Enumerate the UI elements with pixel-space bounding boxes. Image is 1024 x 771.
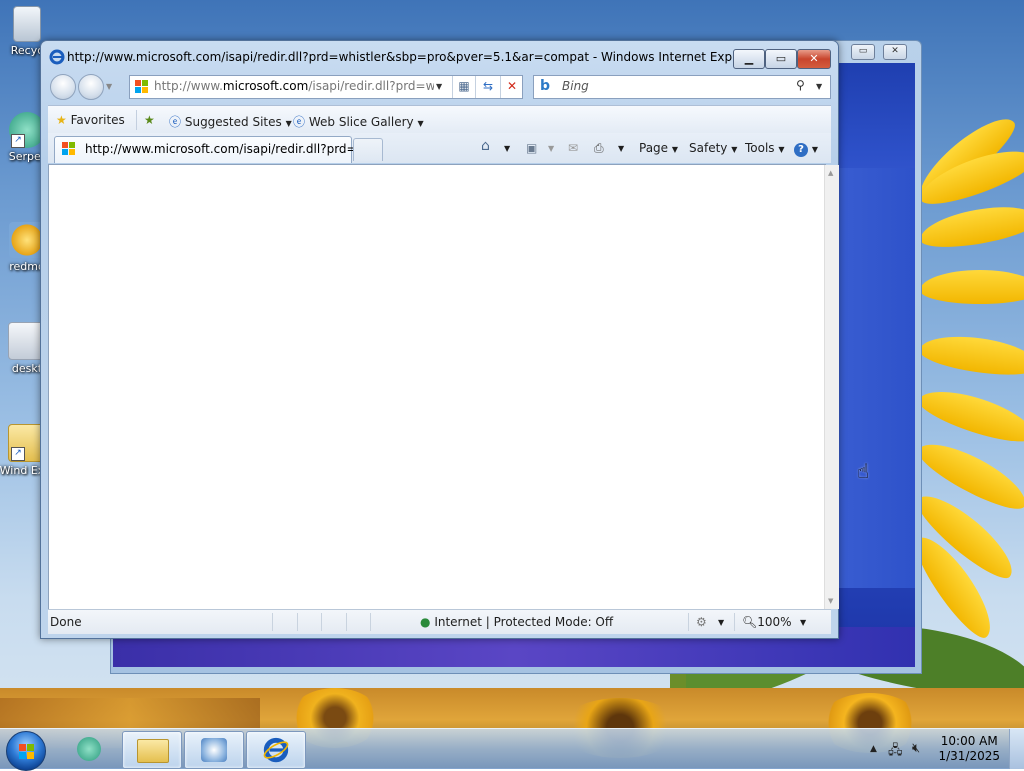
bing-logo-icon: b xyxy=(540,78,551,94)
taskbar-windows-explorer[interactable] xyxy=(122,731,182,769)
ie-page-icon: ⓔ xyxy=(169,115,182,129)
ie-window[interactable]: http://www.microsoft.com/isapi/redir.dll… xyxy=(40,40,839,639)
microsoft-logo-icon xyxy=(62,142,76,156)
scroll-down-arrow[interactable]: ▼ xyxy=(828,597,833,605)
taskbar-serpent[interactable] xyxy=(60,731,118,767)
show-hidden-icons-button[interactable]: ▲ xyxy=(870,744,877,754)
media-icon xyxy=(201,738,227,762)
address-url[interactable]: http://www.microsoft.com/isapi/redir.dll… xyxy=(154,79,434,93)
clock-date: 1/31/2025 xyxy=(938,749,1000,763)
background-window-restore-button[interactable]: ▭ xyxy=(851,44,875,60)
feeds-dropdown[interactable]: ▼ xyxy=(548,144,554,153)
taskbar-media-player[interactable] xyxy=(184,731,244,769)
read-mail-icon[interactable]: ✉ xyxy=(568,141,578,155)
taskbar: ▲ 🖧︎ 🔇︎ 10:00 AM 1/31/2025 xyxy=(0,728,1024,771)
page-menu[interactable]: Page ▼ xyxy=(639,141,678,155)
zoom-level[interactable]: 🔍︎100% xyxy=(742,615,792,629)
add-to-favorites-bar-icon[interactable]: ★ xyxy=(144,113,155,127)
new-tab-button[interactable] xyxy=(353,138,383,161)
globe-icon: ● xyxy=(420,615,431,629)
tab-row: http://www.microsoft.com/isapi/redir.dll… xyxy=(48,133,831,163)
search-bar[interactable]: b Bing ⚲ ▼ xyxy=(533,75,831,99)
status-bar: Done ● Internet | Protected Mode: Off ⚙ … xyxy=(48,609,831,634)
search-input[interactable]: Bing xyxy=(562,79,589,93)
print-icon[interactable]: ⎙ xyxy=(594,141,604,156)
protected-mode-dropdown[interactable]: ▼ xyxy=(718,618,724,627)
compatibility-view-icon[interactable]: ▦ xyxy=(452,76,475,98)
scroll-up-arrow[interactable]: ▲ xyxy=(828,169,833,177)
vertical-scrollbar[interactable]: ▲ ▼ xyxy=(824,165,839,609)
background-window-close-button[interactable]: ✕ xyxy=(883,44,907,60)
internet-explorer-icon xyxy=(263,737,289,763)
favorites-button[interactable]: ★ Favorites xyxy=(56,113,125,127)
recent-pages-dropdown[interactable]: ▼ xyxy=(106,82,112,91)
minimize-button[interactable]: ▁ xyxy=(733,49,765,69)
forward-button[interactable] xyxy=(78,74,104,100)
internet-explorer-icon xyxy=(49,49,65,65)
stop-icon[interactable]: ✕ xyxy=(500,76,523,98)
status-text: Done xyxy=(50,615,82,629)
suggested-sites-button[interactable]: ⓔ Suggested Sites ▼ xyxy=(169,113,292,130)
search-icon[interactable]: ⚲ xyxy=(796,78,805,92)
address-bar[interactable]: http://www.microsoft.com/isapi/redir.dll… xyxy=(129,75,523,99)
maximize-button[interactable]: ▭ xyxy=(765,49,797,69)
show-desktop-button[interactable] xyxy=(1009,729,1024,769)
page-content[interactable]: ▲ ▼ xyxy=(48,164,839,610)
window-title: http://www.microsoft.com/isapi/redir.dll… xyxy=(67,50,760,64)
recycle-bin-icon xyxy=(13,6,41,42)
refresh-icon[interactable]: ⇆ xyxy=(475,76,500,98)
favorites-bar: ★ Favorites ★ ⓔ Suggested Sites ▼ ⓔ Web … xyxy=(48,105,831,134)
back-button[interactable] xyxy=(50,74,76,100)
desktop-icon-label: Recyc xyxy=(10,44,44,57)
feeds-icon[interactable]: ▣ xyxy=(526,141,537,155)
tab-active[interactable]: http://www.microsoft.com/isapi/redir.dll… xyxy=(54,136,377,163)
windows-logo-icon xyxy=(19,744,26,751)
home-dropdown[interactable]: ▼ xyxy=(504,144,510,153)
web-slice-gallery-button[interactable]: ⓔ Web Slice Gallery ▼ xyxy=(293,113,424,130)
zoom-icon: 🔍︎ xyxy=(742,615,758,629)
microsoft-logo-icon xyxy=(135,80,149,94)
protected-mode-icon[interactable]: ⚙ xyxy=(696,615,707,629)
zoom-dropdown[interactable]: ▼ xyxy=(800,618,806,627)
help-menu[interactable]: ? ▼ xyxy=(794,141,818,157)
folder-icon xyxy=(137,739,169,763)
tools-menu[interactable]: Tools ▼ xyxy=(745,141,785,155)
volume-muted-icon[interactable]: 🔇︎ xyxy=(912,741,920,756)
hand-cursor-icon: ☝ xyxy=(857,459,870,483)
star-icon: ★ xyxy=(56,113,67,127)
clock-time: 10:00 AM xyxy=(940,734,998,748)
serpent-icon xyxy=(77,737,101,761)
network-icon[interactable]: 🖧︎ xyxy=(888,741,903,763)
security-zone[interactable]: ● Internet | Protected Mode: Off xyxy=(420,615,613,629)
close-button[interactable]: ✕ xyxy=(797,49,831,69)
home-icon[interactable]: ⌂ xyxy=(481,138,490,154)
tab-title: http://www.microsoft.com/isapi/redir.dll… xyxy=(85,142,377,156)
clock[interactable]: 10:00 AM 1/31/2025 xyxy=(938,734,1000,764)
address-dropdown[interactable]: ▼ xyxy=(436,82,442,91)
taskbar-internet-explorer[interactable] xyxy=(246,731,306,769)
start-button[interactable] xyxy=(6,731,46,771)
search-options-dropdown[interactable]: ▼ xyxy=(816,82,822,91)
desktop-icon-label: deskt xyxy=(11,362,43,375)
safety-menu[interactable]: Safety ▼ xyxy=(689,141,737,155)
print-dropdown[interactable]: ▼ xyxy=(618,144,624,153)
help-icon: ? xyxy=(794,143,808,157)
ie-page-icon: ⓔ xyxy=(293,115,306,129)
